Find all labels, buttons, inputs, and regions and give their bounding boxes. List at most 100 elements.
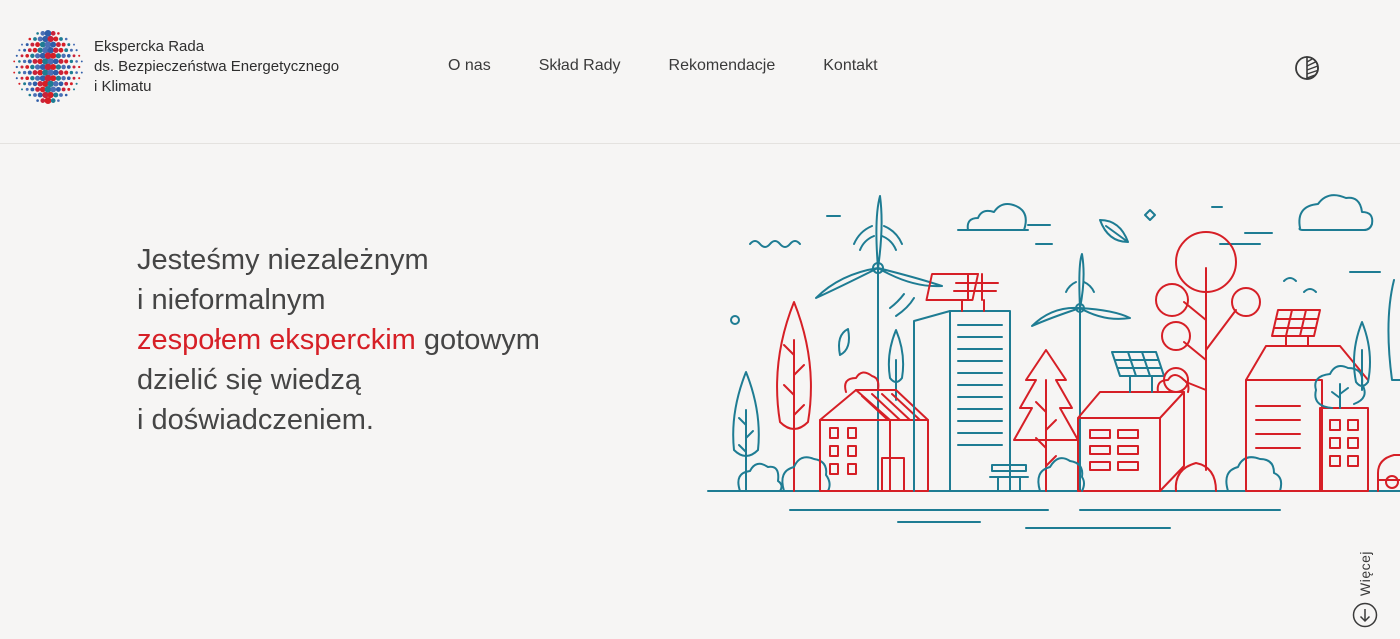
globe-dot xyxy=(34,64,41,70)
globe-dot xyxy=(61,53,66,59)
scroll-more-label: Więcej xyxy=(1357,550,1373,596)
globe-dot xyxy=(13,60,16,63)
globe-dot xyxy=(32,81,38,87)
globe-dot xyxy=(72,65,76,69)
globe-dot xyxy=(18,71,21,74)
site-header: Ekspercka Rada ds. Bezpieczeństwa Energe… xyxy=(0,0,1400,144)
globe-dot xyxy=(57,32,60,35)
globe-dot xyxy=(25,76,30,81)
globe-dot xyxy=(37,92,43,98)
brand-name: Ekspercka Rada ds. Bezpieczeństwa Energe… xyxy=(94,37,339,97)
globe-dot xyxy=(61,87,66,92)
brand-name-line3: i Klimatu xyxy=(94,78,152,95)
globe-dot xyxy=(50,63,57,71)
globe-dot xyxy=(55,53,62,59)
globe-dot xyxy=(72,54,76,58)
globe-dot xyxy=(27,70,32,75)
globe-dot xyxy=(66,53,71,58)
globe-dot xyxy=(52,58,59,65)
globe-dot xyxy=(75,82,78,85)
globe-dot xyxy=(27,48,32,53)
nav-item-about[interactable]: O nas xyxy=(448,56,491,76)
globe-dot xyxy=(58,47,64,53)
globe-dot xyxy=(37,81,43,87)
globe-dot xyxy=(67,87,71,91)
globe-dot xyxy=(22,70,27,75)
globe-dot xyxy=(73,88,75,91)
nav-item-contact[interactable]: Kontakt xyxy=(823,56,877,76)
globe-dot xyxy=(69,59,74,64)
scroll-more[interactable]: Więcej xyxy=(1352,520,1378,636)
globe-dot xyxy=(66,65,71,69)
brand-logo-link[interactable]: Ekspercka Rada ds. Bezpieczeństwa Energe… xyxy=(12,27,384,107)
globe-dot xyxy=(55,75,62,81)
globe-dot xyxy=(15,77,18,80)
globe-dot xyxy=(37,58,44,65)
globe-dot xyxy=(64,37,68,41)
globe-dot xyxy=(36,99,39,102)
globe-dot xyxy=(34,53,41,59)
globe-dot xyxy=(64,81,69,86)
globe-dot xyxy=(28,37,32,41)
globe-dot xyxy=(58,70,64,76)
globe-dot xyxy=(53,36,59,42)
hero-line-4: dzielić się wiedzą xyxy=(137,364,362,396)
globe-dot xyxy=(34,75,41,81)
globe-dot xyxy=(58,58,64,64)
contrast-toggle-icon[interactable] xyxy=(1294,55,1320,81)
globe-dot xyxy=(33,37,37,41)
globe-dot xyxy=(64,93,68,97)
globe-dot xyxy=(69,48,73,52)
brand-name-line1: Ekspercka Rada xyxy=(94,38,205,55)
globe-dot xyxy=(57,99,60,102)
globe-dot xyxy=(80,60,83,63)
city-energy-illustration xyxy=(707,194,1400,529)
globe-dot xyxy=(37,36,43,42)
hero-line-5: i doświadczeniem. xyxy=(137,404,374,436)
globe-dot xyxy=(47,35,54,43)
arrow-down-circle-icon[interactable] xyxy=(1352,602,1378,628)
globe-dot xyxy=(64,48,69,53)
globe-dot xyxy=(55,42,61,48)
globe-dot xyxy=(25,53,30,58)
globe-dot xyxy=(15,54,18,57)
globe-dot xyxy=(75,60,78,63)
globe-dot xyxy=(52,69,59,76)
globe-dot xyxy=(20,76,24,80)
globe-dot xyxy=(30,87,35,92)
globe-dot xyxy=(50,52,57,59)
globe-dot xyxy=(18,60,21,63)
hero-line-3: zespołem eksperckim gotowym xyxy=(137,320,677,360)
globe-dot xyxy=(25,87,29,91)
globe-dot xyxy=(18,49,21,52)
globe-dot xyxy=(55,64,62,70)
page: Ekspercka Rada ds. Bezpieczeństwa Energe… xyxy=(0,0,1400,639)
hero-accent-text: zespołem eksperckim xyxy=(137,324,416,356)
globe-dot xyxy=(58,81,64,87)
nav-item-recommendations[interactable]: Rekomendacje xyxy=(669,56,776,76)
globe-dot xyxy=(27,81,32,86)
globe-dot xyxy=(61,42,66,47)
globe-dot xyxy=(30,53,35,59)
globe-dot xyxy=(35,86,41,92)
globe-dot xyxy=(50,86,57,93)
globe-dot xyxy=(15,65,18,69)
nav-item-council[interactable]: Skład Rady xyxy=(539,56,621,76)
globe-dot xyxy=(30,75,35,81)
globe-dot xyxy=(22,59,27,64)
globe-dot xyxy=(40,31,46,36)
globe-dot xyxy=(18,82,21,85)
globe-dot xyxy=(78,77,81,80)
globe-dot xyxy=(66,76,71,81)
globe-dot xyxy=(37,47,43,53)
globe-dot xyxy=(35,42,41,48)
hero-heading: Jesteśmy niezależnym i nieformalnym zesp… xyxy=(137,240,677,440)
globe-dot xyxy=(25,65,30,69)
globe-dot xyxy=(59,93,63,97)
globe-dot xyxy=(25,43,29,47)
globe-dot xyxy=(27,59,32,64)
globe-dot xyxy=(61,64,66,70)
globe-dot xyxy=(69,82,73,86)
globe-dot xyxy=(23,82,27,86)
globe-dot xyxy=(67,43,71,47)
